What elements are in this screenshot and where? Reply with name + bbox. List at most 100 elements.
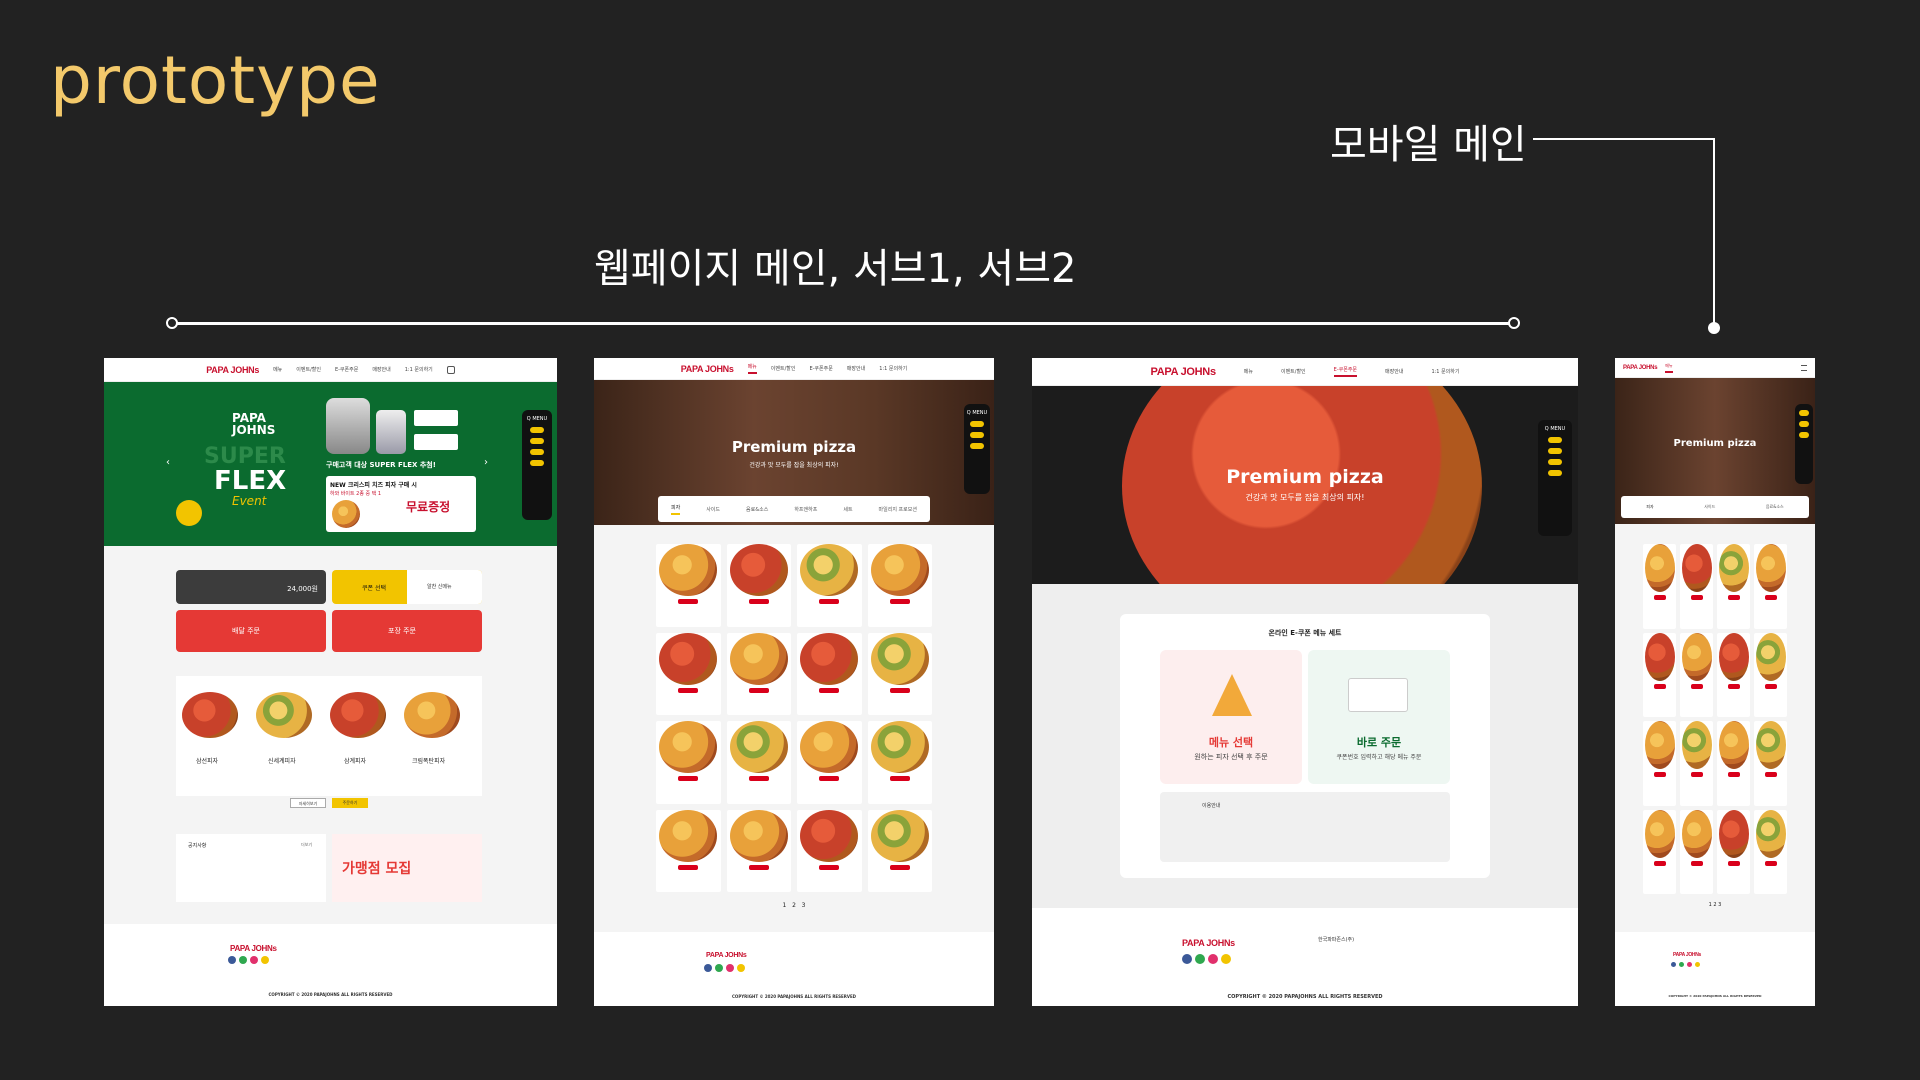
youtube-icon[interactable] (1695, 962, 1700, 967)
menu-card[interactable] (1717, 632, 1750, 717)
kakao-icon[interactable] (1679, 962, 1684, 967)
pizza-image[interactable] (256, 692, 312, 738)
delivery-order-button[interactable]: 배달 주문 (176, 610, 326, 652)
instagram-icon[interactable] (726, 964, 734, 972)
instagram-icon[interactable] (1208, 954, 1218, 964)
qmenu-item[interactable] (1799, 421, 1809, 427)
tab-set[interactable]: 세트 (843, 506, 852, 513)
kakao-icon[interactable] (1195, 954, 1205, 964)
menu-card[interactable] (656, 721, 721, 804)
tab-drink[interactable]: 음료&소스 (1766, 504, 1784, 510)
papajohns-logo[interactable]: PAPA JOHNs (1151, 366, 1217, 378)
menu-card[interactable] (1643, 809, 1676, 894)
qmenu-item[interactable] (1548, 459, 1562, 465)
qmenu-item[interactable] (1799, 410, 1809, 416)
nav-store[interactable]: 매장안내 (1385, 368, 1403, 375)
cart-icon[interactable] (446, 365, 455, 374)
main-banner[interactable]: PAPA JOHNS SUPER FLEX Event 구매고객 대상 SUPE… (104, 382, 557, 546)
menu-card[interactable] (1754, 544, 1787, 629)
nav-event[interactable]: 이벤트/할인 (1281, 368, 1306, 375)
menu-card[interactable] (656, 809, 721, 892)
qmenu-item[interactable] (1548, 448, 1562, 454)
papajohns-logo[interactable]: PAPA JOHNs (1623, 365, 1658, 371)
menu-card[interactable] (1717, 809, 1750, 894)
nav-store[interactable]: 매장안내 (372, 366, 390, 373)
menu-card[interactable] (1643, 544, 1676, 629)
menu-card[interactable] (867, 544, 932, 627)
menu-card[interactable] (1680, 632, 1713, 717)
nav-menu[interactable]: 메뉴 (1244, 368, 1253, 375)
tab-pizza[interactable]: 피자 (671, 504, 681, 515)
menu-card[interactable] (726, 632, 791, 715)
page-3[interactable]: 3 (802, 902, 806, 909)
tab-drink[interactable]: 음료&소스 (746, 506, 768, 513)
order-price-card[interactable]: 24,000원 (176, 570, 326, 604)
nav-inquiry[interactable]: 1:1 문의하기 (1431, 368, 1459, 375)
qmenu-item[interactable] (970, 443, 984, 449)
menu-card[interactable] (1680, 721, 1713, 806)
mobile-pagination[interactable]: 1 2 3 (1615, 902, 1815, 908)
qmenu-item[interactable] (530, 449, 544, 455)
tab-mileage[interactable]: 마일리지 프로모션 (879, 506, 917, 513)
quick-menu[interactable] (1795, 404, 1813, 484)
youtube-icon[interactable] (737, 964, 745, 972)
qmenu-item[interactable] (1548, 470, 1562, 476)
qmenu-item[interactable] (530, 460, 544, 466)
nav-inquiry[interactable]: 1:1 문의하기 (405, 366, 433, 373)
nav-menu[interactable]: 메뉴 (1665, 363, 1673, 373)
qmenu-item[interactable] (970, 421, 984, 427)
menu-card[interactable] (1754, 721, 1787, 806)
nav-store[interactable]: 매장안내 (847, 365, 865, 372)
qmenu-item[interactable] (1799, 432, 1809, 438)
pizza-image[interactable] (330, 692, 386, 738)
page-2[interactable]: 2 (792, 902, 796, 909)
nav-ecoupon[interactable]: E-쿠폰주문 (335, 366, 358, 373)
menu-card[interactable] (797, 809, 862, 892)
menu-card[interactable] (1643, 721, 1676, 806)
menu-card[interactable] (867, 721, 932, 804)
menu-card[interactable] (797, 544, 862, 627)
page-1[interactable]: 1 (783, 902, 787, 909)
pizza-image[interactable] (404, 692, 460, 738)
quick-menu[interactable]: Q MENU (522, 410, 552, 520)
qmenu-item[interactable] (530, 438, 544, 444)
menu-card[interactable] (797, 632, 862, 715)
nav-ecoupon[interactable]: E-쿠폰주문 (809, 365, 832, 372)
pickup-order-button[interactable]: 포장 주문 (332, 610, 482, 652)
pizza-image[interactable] (182, 692, 238, 738)
youtube-icon[interactable] (1221, 954, 1231, 964)
facebook-icon[interactable] (704, 964, 712, 972)
menu-select-card[interactable]: 메뉴 선택 원하는 피자 선택 후 주문 (1160, 650, 1302, 784)
papajohns-logo[interactable]: PAPA JOHNs (206, 365, 259, 375)
instagram-icon[interactable] (250, 956, 258, 964)
nav-inquiry[interactable]: 1:1 문의하기 (879, 365, 907, 372)
facebook-icon[interactable] (1182, 954, 1192, 964)
nav-menu[interactable]: 메뉴 (747, 363, 757, 374)
menu-card[interactable] (656, 544, 721, 627)
menu-card[interactable] (1717, 544, 1750, 629)
nav-event[interactable]: 이벤트/할인 (771, 365, 796, 372)
menu-card[interactable] (726, 544, 791, 627)
tab-half[interactable]: 하프앤하프 (794, 506, 817, 513)
kakao-icon[interactable] (239, 956, 247, 964)
order-button[interactable]: 주문하기 (332, 798, 368, 808)
menu-card[interactable] (1643, 632, 1676, 717)
tab-pizza[interactable]: 피자 (1646, 504, 1653, 510)
nav-menu[interactable]: 메뉴 (273, 366, 282, 373)
nav-event[interactable]: 이벤트/할인 (296, 366, 321, 373)
kakao-icon[interactable] (715, 964, 723, 972)
menu-card[interactable] (797, 721, 862, 804)
menu-card[interactable] (1717, 721, 1750, 806)
notice-more[interactable]: 더보기 (301, 842, 312, 848)
tab-side[interactable]: 사이드 (1704, 504, 1715, 510)
menu-card[interactable] (867, 809, 932, 892)
more-button[interactable]: 자세히보기 (290, 798, 326, 808)
tab-side[interactable]: 사이드 (706, 506, 720, 513)
menu-card[interactable] (1754, 632, 1787, 717)
menu-card[interactable] (867, 632, 932, 715)
menu-card[interactable] (726, 721, 791, 804)
nav-ecoupon[interactable]: E-쿠폰주문 (1333, 366, 1358, 377)
direct-order-card[interactable]: 바로 주문 쿠폰번호 입력하고 해당 메뉴 주문 (1308, 650, 1450, 784)
menu-card[interactable] (1680, 809, 1713, 894)
qmenu-item[interactable] (530, 427, 544, 433)
